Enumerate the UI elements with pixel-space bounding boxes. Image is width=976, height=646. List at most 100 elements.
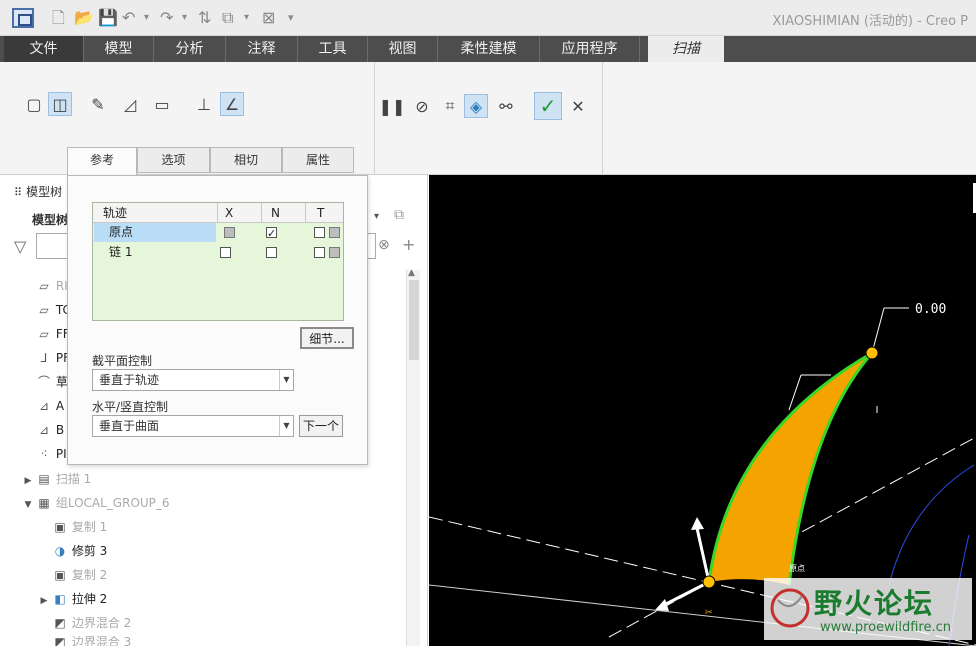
cancel-x-icon[interactable]: ✕ [566,94,590,118]
tab-sweep[interactable]: 扫描 [648,36,724,62]
verify-icon[interactable]: ⚯ [494,94,518,118]
scrollbar-thumb[interactable] [409,280,419,360]
tree-show-icon[interactable]: ⧉ [394,207,404,223]
attached-preview-icon[interactable]: ⌗ [438,94,462,118]
windows-icon[interactable]: ⧉ [222,8,233,28]
tab-tools[interactable]: 工具 [298,36,368,62]
tree-item[interactable]: ⊿ A [36,394,64,418]
blend-icon: ◩ [54,635,66,646]
next-button[interactable]: 下一个 [299,415,343,437]
close-window-icon[interactable]: ⊠ [262,8,275,28]
new-file-icon[interactable]: 🗋 [52,8,65,28]
points-icon: ⁖ [40,447,48,461]
t-checkbox[interactable] [314,227,325,238]
tree-item[interactable]: ⌒ 草 [36,370,68,394]
windows-dropdown-icon[interactable]: ▾ [244,8,249,28]
app-icon[interactable] [12,8,34,28]
dropdown-arrow-icon[interactable]: ▼ [279,370,293,390]
tree-item[interactable]: ⊿ B [36,418,64,442]
col-n: N [271,206,280,220]
surface-icon[interactable]: ◫ [48,92,72,116]
tree-item[interactable]: ◩ 边界混合 2 [52,611,131,635]
tree-item[interactable]: ◩ 边界混合 3 [52,635,131,646]
tab-annotate[interactable]: 注释 [226,36,298,62]
customize-toolbar-icon[interactable]: ▾ [288,8,294,28]
regenerate-icon[interactable]: ⇅ [198,8,211,28]
variable-section-icon[interactable]: ∠ [220,92,244,116]
scroll-up-icon[interactable]: ▲ [408,268,415,278]
t-checkbox-alt[interactable] [328,247,340,258]
tree-item[interactable]: ⁖ PI [36,442,66,466]
table-row[interactable]: 链 1 [93,243,343,262]
x-checkbox[interactable] [220,247,231,258]
redo-dropdown-icon[interactable]: ▾ [182,8,187,28]
n-checkbox[interactable] [266,224,277,243]
collapse-icon[interactable]: ▼ [20,493,36,517]
solid-icon[interactable]: ▢ [22,92,46,116]
blend-icon: ◩ [54,616,66,630]
forum-logo-icon [770,588,810,628]
origin-label: 原点 [789,564,805,573]
t-checkbox-alt[interactable] [328,227,340,238]
tree-item[interactable]: ⅃ PF [36,346,70,370]
expand-icon[interactable]: ▶ [20,469,36,493]
col-trajectory: 轨迹 [103,206,128,220]
n-checkbox[interactable] [266,247,277,258]
t-checkbox[interactable] [314,247,325,258]
tree-settings-dropdown-icon[interactable]: ▾ [374,211,379,222]
tab-tangency[interactable]: 相切 [210,147,282,173]
thicken-icon[interactable]: ▭ [150,92,174,116]
dropdown-arrow-icon[interactable]: ▼ [279,416,293,436]
tree-item[interactable]: ▶ ◧ 拉伸 2 [36,587,108,613]
tab-properties[interactable]: 属性 [282,147,354,173]
tab-options[interactable]: 选项 [137,147,210,173]
trajectory-table: 轨迹 X N T 原点 链 1 [92,202,344,321]
no-preview-icon[interactable]: ⊘ [410,94,434,118]
redo-icon[interactable]: ↷ [160,8,173,28]
filter-icon[interactable]: ▽ [14,237,26,256]
tree-scrollbar[interactable]: ▲ [406,268,420,646]
tab-analysis[interactable]: 分析 [154,36,226,62]
tree-item[interactable]: ▣ 复制 1 [52,515,107,539]
graphics-viewport[interactable]: 0.00 0.00 ✂ 原点 [428,175,976,646]
hv-control-label: 水平/竖直控制 [92,400,169,414]
pause-icon[interactable]: ❚❚ [379,94,406,118]
copy-icon: ▣ [54,568,66,582]
tab-view[interactable]: 视图 [368,36,438,62]
sketch-icon[interactable]: ✎ [86,92,110,116]
clear-search-icon[interactable]: ⊗ [378,237,390,253]
tab-file[interactable]: 文件 [4,36,84,62]
tab-flexible-modeling[interactable]: 柔性建模 [438,36,540,62]
tree-item[interactable]: ▱ RI [36,274,67,298]
tree-item[interactable]: ▣ 复制 2 [52,563,107,587]
geometry-preview-icon[interactable]: ◈ [464,94,488,118]
remove-material-icon[interactable]: ◿ [118,92,142,116]
tree-item[interactable]: ▶ ▤ 扫描 1 [20,467,92,493]
details-button[interactable]: 细节... [300,327,354,349]
tree-item[interactable]: ▼ ▦ 组LOCAL_GROUP_6 [20,491,170,515]
undo-icon[interactable]: ↶ [122,8,135,28]
tree-item[interactable]: ▱ FF [36,322,69,346]
constant-section-icon[interactable]: ⊥ [192,92,216,116]
tree-item[interactable]: ▱ TC [36,298,70,322]
tab-model[interactable]: 模型 [84,36,154,62]
sweep-icon: ▤ [38,472,50,486]
watermark-url: www.proewildfire.cn [820,620,951,635]
tab-applications[interactable]: 应用程序 [540,36,640,62]
add-icon[interactable]: + [402,235,415,254]
x-checkbox[interactable] [224,227,235,238]
sketch-icon: ⌒ [37,375,50,389]
tree-item[interactable]: ◑ 修剪 3 [52,539,108,563]
expand-icon[interactable]: ▶ [36,589,52,613]
model-tree-tab[interactable]: ⠿ 模型树 [14,183,62,200]
start-arrow-up [695,527,711,583]
save-icon[interactable]: 💾 [98,8,118,28]
open-file-icon[interactable]: 📂 [74,8,94,28]
tab-references[interactable]: 参考 [67,147,137,175]
undo-dropdown-icon[interactable]: ▾ [144,8,149,28]
apply-check-icon[interactable]: ✓ [534,92,562,120]
section-plane-select[interactable]: 垂直于轨迹 ▼ [92,369,294,391]
table-row[interactable]: 原点 [93,223,343,243]
section-plane-label: 截平面控制 [92,354,153,368]
hv-control-select[interactable]: 垂直于曲面 ▼ [92,415,294,437]
